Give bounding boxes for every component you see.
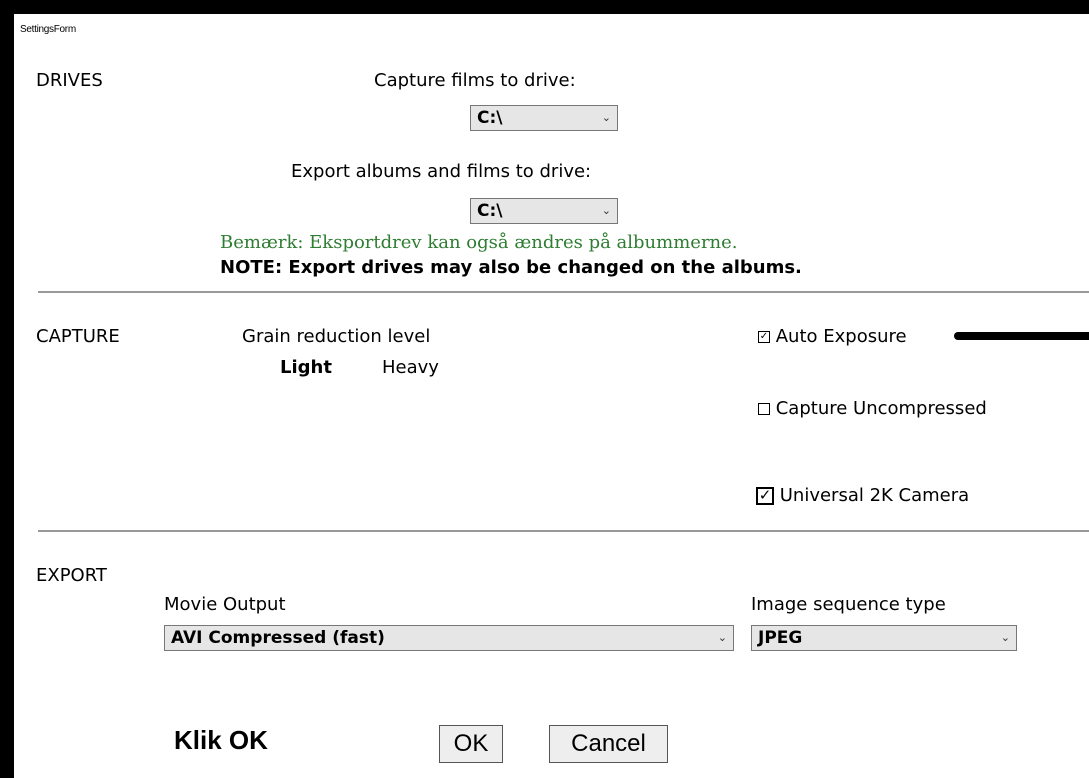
window-title: SettingsForm [20, 24, 76, 35]
ok-button[interactable]: OK [439, 725, 503, 763]
checkbox-checked-icon: ✓ [756, 487, 774, 505]
capture-drive-select[interactable]: C:\ ⌄ [470, 105, 618, 131]
movie-output-label: Movie Output [164, 594, 286, 615]
universal-camera-label: Universal 2K Camera [779, 485, 970, 506]
movie-output-value: AVI Compressed (fast) [171, 628, 385, 648]
auto-exposure-checkbox[interactable]: ✓ Auto Exposure [758, 326, 907, 347]
drives-heading: DRIVES [36, 70, 103, 91]
divider [38, 530, 1089, 532]
auto-exposure-label: Auto Exposure [775, 326, 907, 347]
capture-heading: CAPTURE [36, 326, 120, 347]
image-sequence-value: JPEG [758, 628, 803, 648]
capture-drive-value: C:\ [477, 108, 503, 128]
checkbox-checked-icon: ✓ [758, 331, 770, 343]
chevron-down-icon: ⌄ [601, 204, 611, 217]
chevron-down-icon: ⌄ [1000, 631, 1010, 644]
capture-drive-label: Capture films to drive: [374, 70, 576, 91]
capture-uncompressed-label: Capture Uncompressed [775, 398, 987, 419]
divider [38, 291, 1089, 293]
chevron-down-icon: ⌄ [717, 631, 727, 644]
export-drive-label: Export albums and films to drive: [291, 161, 592, 182]
image-sequence-label: Image sequence type [751, 594, 946, 615]
chevron-down-icon: ⌄ [601, 111, 611, 124]
grain-light-option[interactable]: Light [280, 357, 332, 378]
pointer-line [954, 332, 1089, 340]
checkbox-unchecked-icon [758, 403, 770, 415]
export-drive-value: C:\ [477, 201, 503, 221]
cancel-button[interactable]: Cancel [549, 725, 668, 763]
export-heading: EXPORT [36, 565, 107, 586]
grain-heavy-option[interactable]: Heavy [382, 357, 439, 378]
note-danish: Bemærk: Eksportdrev kan også ændres på a… [220, 232, 738, 253]
instruction-text: Klik OK [174, 725, 268, 755]
movie-output-select[interactable]: AVI Compressed (fast) ⌄ [164, 625, 734, 651]
grain-reduction-label: Grain reduction level [242, 326, 431, 347]
settings-window: SettingsForm DRIVES Capture films to dri… [14, 14, 1089, 778]
universal-camera-checkbox[interactable]: ✓ Universal 2K Camera [756, 485, 969, 506]
export-drive-select[interactable]: C:\ ⌄ [470, 198, 618, 224]
capture-uncompressed-checkbox[interactable]: Capture Uncompressed [758, 398, 987, 419]
image-sequence-select[interactable]: JPEG ⌄ [751, 625, 1017, 651]
note-english: NOTE: Export drives may also be changed … [220, 257, 802, 278]
